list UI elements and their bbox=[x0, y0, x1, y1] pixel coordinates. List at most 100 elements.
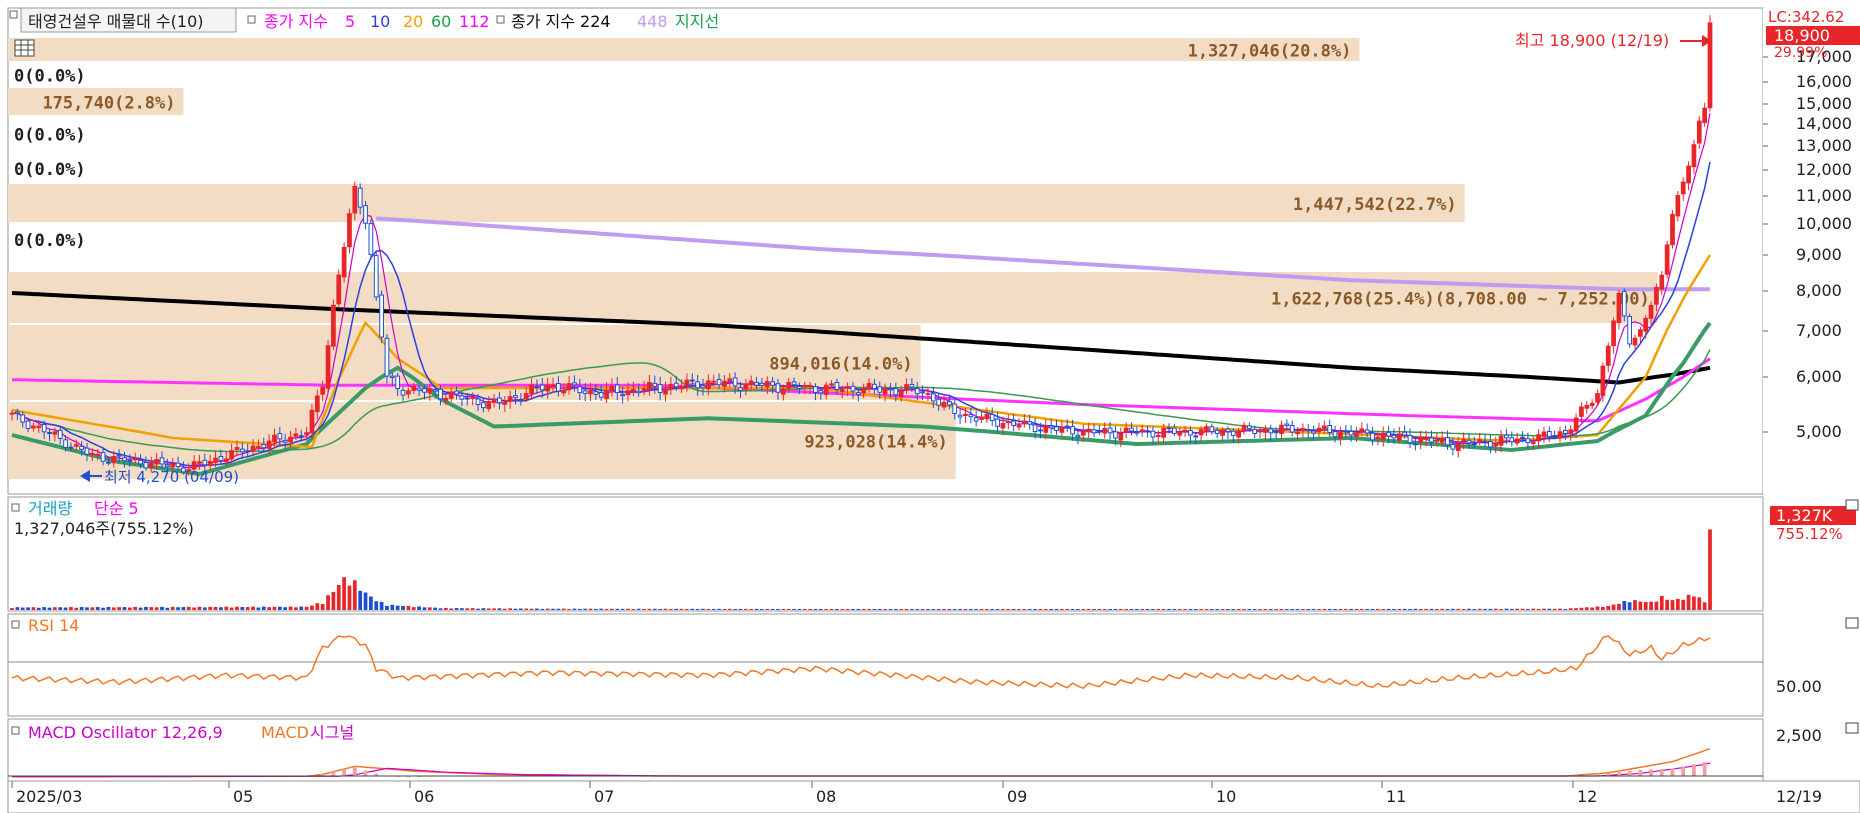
macd-close-icon[interactable] bbox=[1845, 722, 1859, 734]
volume-bar bbox=[808, 608, 812, 610]
volume-bar bbox=[63, 607, 68, 610]
ma-prefix: 종가 지수 bbox=[264, 12, 328, 31]
volume-bar bbox=[369, 596, 373, 610]
volume-bar bbox=[947, 609, 952, 610]
candle-body bbox=[1637, 329, 1643, 337]
candle-body bbox=[1627, 315, 1633, 345]
volume-bar bbox=[1011, 609, 1016, 610]
candle-body bbox=[673, 382, 679, 388]
candle-body bbox=[1348, 430, 1354, 436]
candle-body bbox=[898, 391, 904, 398]
volume-bar bbox=[1434, 609, 1439, 610]
volume-bar bbox=[797, 609, 802, 610]
candle-body bbox=[1654, 286, 1659, 305]
candle-body bbox=[529, 384, 534, 395]
volume-bar bbox=[615, 608, 620, 610]
macd-osc-bar bbox=[1617, 772, 1621, 776]
volume-bar bbox=[1022, 609, 1027, 610]
volume-bar bbox=[1579, 607, 1584, 610]
volume-close-icon[interactable] bbox=[1845, 499, 1859, 511]
volume-bar bbox=[1140, 609, 1145, 610]
volume-bar bbox=[352, 580, 357, 610]
volume-bar bbox=[69, 607, 73, 610]
volume-bar bbox=[1226, 609, 1230, 610]
candle-body bbox=[1080, 430, 1086, 436]
candle-body bbox=[1198, 429, 1204, 436]
volume-bar bbox=[454, 608, 459, 610]
volume-bar bbox=[1183, 609, 1187, 610]
volume-profile-label: 0(0.0%) bbox=[14, 67, 86, 87]
macd-osc-bar bbox=[363, 770, 368, 776]
volume-bar bbox=[331, 591, 336, 610]
volume-bar bbox=[1231, 609, 1236, 610]
candle-body bbox=[341, 246, 347, 278]
volume-bar bbox=[931, 609, 936, 610]
candle-body bbox=[363, 205, 368, 224]
volume-bar bbox=[165, 607, 170, 610]
candle-body bbox=[9, 412, 15, 415]
candle-body bbox=[1370, 432, 1375, 441]
volume-bar bbox=[1472, 609, 1477, 610]
volume-bar bbox=[679, 608, 684, 610]
volume-bar bbox=[840, 609, 845, 610]
volume-bar bbox=[636, 608, 641, 610]
candle-body bbox=[79, 445, 85, 450]
candle-body bbox=[523, 393, 529, 400]
volume-bar bbox=[1402, 608, 1407, 610]
candle-body bbox=[1161, 427, 1167, 438]
volume-bar bbox=[1006, 609, 1011, 610]
rsi-close-icon[interactable] bbox=[1845, 617, 1859, 629]
macd-osc-bar bbox=[1681, 766, 1686, 776]
candle-body bbox=[100, 452, 106, 462]
price-tick-label: 6,000 bbox=[1796, 367, 1842, 386]
volume-bar bbox=[760, 609, 764, 610]
price-tick-label: 16,000 bbox=[1796, 72, 1852, 91]
volume-bar bbox=[1059, 609, 1064, 610]
volume-bar bbox=[1338, 608, 1343, 610]
volume-bar bbox=[1675, 598, 1680, 610]
candle-body bbox=[1407, 434, 1413, 444]
volume-bar bbox=[79, 607, 84, 610]
candle-body bbox=[968, 414, 974, 418]
candle-body bbox=[1396, 433, 1402, 441]
volume-bar bbox=[1215, 609, 1220, 610]
candle-body bbox=[1295, 431, 1300, 434]
candle-body bbox=[432, 389, 438, 392]
candle-body bbox=[1241, 424, 1247, 430]
candle-body bbox=[1038, 429, 1043, 432]
volume-bar bbox=[990, 609, 995, 610]
volume-bar bbox=[449, 608, 454, 610]
candle-body bbox=[320, 386, 326, 395]
volume-bar bbox=[995, 609, 1000, 610]
volume-bar bbox=[749, 609, 754, 610]
volume-bar bbox=[315, 603, 320, 610]
candle-body bbox=[1321, 425, 1327, 431]
candle-body bbox=[1177, 431, 1183, 436]
volume-bar bbox=[1686, 594, 1691, 610]
volume-profile-label: 1,447,542(22.7%) bbox=[1293, 195, 1457, 215]
price-tick-label: 5,000 bbox=[1796, 422, 1842, 441]
volume-bar bbox=[160, 606, 164, 610]
candle-body bbox=[389, 375, 395, 378]
volume-bar bbox=[1129, 609, 1134, 610]
volume-bar bbox=[395, 605, 400, 610]
volume-bar bbox=[1070, 609, 1075, 610]
ma-10-label: 10 bbox=[370, 12, 390, 31]
volume-bar bbox=[1370, 609, 1375, 610]
volume-bar bbox=[299, 606, 304, 610]
candle-body bbox=[336, 274, 342, 305]
candle-body bbox=[823, 384, 829, 395]
grid-icon[interactable] bbox=[14, 39, 35, 57]
candle-body bbox=[1439, 438, 1445, 443]
candle-body bbox=[1257, 430, 1263, 433]
volume-bar bbox=[540, 608, 545, 610]
candle-body bbox=[459, 395, 465, 400]
candle-body bbox=[539, 384, 545, 391]
candle-body bbox=[577, 386, 583, 394]
candle-body bbox=[555, 383, 561, 392]
volume-bar bbox=[85, 607, 89, 610]
volume-bar bbox=[1365, 608, 1370, 610]
volume-bar bbox=[647, 608, 652, 610]
volume-bar bbox=[877, 609, 882, 610]
volume-bar bbox=[401, 605, 405, 610]
